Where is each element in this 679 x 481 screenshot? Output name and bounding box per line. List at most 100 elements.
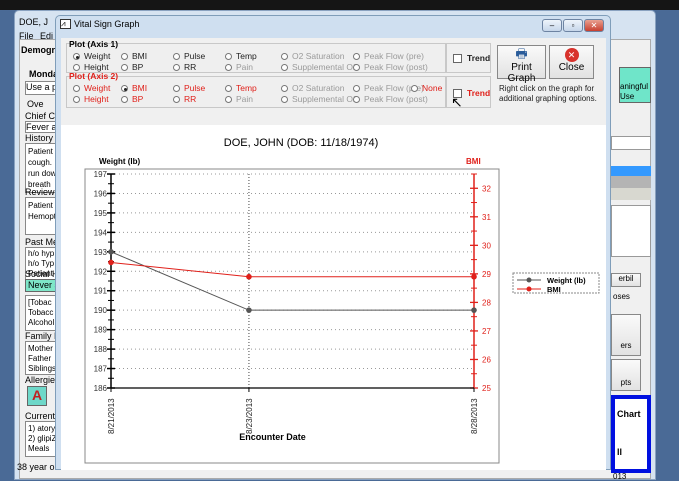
dialog-body: Plot (Axis 1) Weight BMI Pulse Temp O2 Satur…: [61, 38, 606, 470]
y2-tick-label: 26: [482, 355, 491, 364]
axis2-radio-pulse[interactable]: Pulse: [173, 83, 205, 93]
radio-label: O2 Saturation: [292, 83, 345, 93]
axis1-label: Plot (Axis 1): [69, 39, 119, 49]
axis1-radio-rr[interactable]: RR: [173, 62, 196, 72]
axis1-radio-weight[interactable]: Weight: [73, 51, 110, 61]
axis1-radio-supplemental-o2[interactable]: Supplemental O2: [281, 62, 358, 72]
axis1-radio-bmi[interactable]: BMI: [121, 51, 147, 61]
meaningful-use-button[interactable]: aningful Use: [619, 67, 651, 103]
axis2-radio-height[interactable]: Height: [73, 94, 109, 104]
bg-label: oses: [613, 292, 630, 301]
radio-icon: [121, 85, 128, 92]
radio-icon: [225, 53, 232, 60]
trend-label: Trend: [467, 88, 491, 98]
radio-label: Peak Flow (pre): [364, 51, 424, 61]
axis2-radio-rr[interactable]: RR: [173, 94, 196, 104]
bg-list-selected[interactable]: [611, 166, 651, 176]
axis2-radio-pain[interactable]: Pain: [225, 94, 253, 104]
axis1-radio-temp[interactable]: Temp: [225, 51, 257, 61]
x-tick-label: 8/23/2013: [245, 398, 254, 434]
vital-sign-chart[interactable]: DOE, JOHN (DOB: 11/18/1974) 186 187 188 189 1…: [61, 125, 606, 470]
y1-tick-label: 187: [94, 365, 108, 374]
radio-label: BP: [132, 94, 144, 104]
radio-label: Weight: [84, 83, 111, 93]
bg-chart-label2: ll: [617, 447, 623, 457]
y2-tick-label: 31: [482, 213, 491, 222]
bg-button[interactable]: pts: [611, 359, 641, 391]
radio-label: Supplemental O2: [292, 94, 358, 104]
bg-list-item[interactable]: [611, 188, 651, 200]
mouse-cursor-icon: ↖: [451, 94, 463, 110]
x-tick-label: 8/28/2013: [470, 398, 479, 434]
bg-list-item[interactable]: [611, 176, 651, 188]
y2-tick-label: 28: [482, 298, 491, 307]
graph-hint: Right click on the graph for additional …: [499, 84, 597, 103]
axis2-radio-o2-saturation[interactable]: O2 Saturation: [281, 83, 344, 93]
radio-label: None: [422, 83, 443, 93]
close-button[interactable]: ✕ Close: [549, 45, 594, 79]
bg-field: History: [25, 133, 54, 143]
axis2-radio-temp[interactable]: Temp: [225, 83, 257, 93]
bg-menu-edit[interactable]: Edi: [40, 31, 53, 41]
bg-field: Social H: [25, 269, 59, 279]
radio-icon: [121, 64, 128, 71]
y2-tick-label: 25: [482, 384, 491, 393]
axis1-radio-pain[interactable]: Pain: [225, 62, 253, 72]
radio-icon: [225, 64, 232, 71]
radio-label: Peak Flow (post): [364, 62, 428, 72]
axis1-radio-bp[interactable]: BP: [121, 62, 143, 72]
axis1-trend-checkbox[interactable]: Trend: [453, 53, 490, 63]
axis2-radio-bmi[interactable]: BMI: [121, 83, 147, 93]
y1-tick-label: 186: [94, 384, 108, 393]
minimize-button[interactable]: –: [542, 19, 562, 32]
y1-axis-label: Weight (lb): [99, 157, 141, 166]
radio-label: BMI: [132, 51, 148, 61]
bg-graph-icon[interactable]: [611, 136, 651, 150]
dialog-title: Vital Sign Graph: [74, 19, 140, 29]
axis2-radio-bp[interactable]: BP: [121, 94, 143, 104]
radio-icon: [73, 96, 80, 103]
axis2-radio-peak-flow-post-[interactable]: Peak Flow (post): [353, 94, 428, 104]
axis1-radio-o2-saturation[interactable]: O2 Saturation: [281, 51, 344, 61]
radio-icon: [353, 64, 360, 71]
bg-status: 38 year ol: [17, 462, 57, 472]
y1-tick-label: 191: [94, 287, 108, 296]
radio-icon: [353, 53, 360, 60]
radio-label: Weight: [84, 51, 111, 61]
axis1-radio-pulse[interactable]: Pulse: [173, 51, 205, 61]
bg-list-scroll[interactable]: [611, 205, 651, 257]
data-point: [108, 249, 114, 255]
radio-label: Temp: [236, 51, 257, 61]
radio-icon: [225, 85, 232, 92]
y2-tick-label: 29: [482, 270, 491, 279]
radio-icon: [173, 64, 180, 71]
radio-icon: [121, 53, 128, 60]
axis2-radio-none[interactable]: None: [411, 83, 442, 93]
bg-button[interactable]: ers: [611, 314, 641, 356]
data-point: [108, 259, 114, 266]
printer-icon: 🖶: [515, 46, 528, 61]
radio-icon: [281, 85, 288, 92]
y1-tick-label: 192: [94, 267, 108, 276]
bg-field: Review: [25, 187, 55, 197]
close-window-button[interactable]: ✕: [584, 19, 604, 32]
axis1-radio-peak-flow-pre-[interactable]: Peak Flow (pre): [353, 51, 424, 61]
axis2-radio-weight[interactable]: Weight: [73, 83, 110, 93]
axis2-radio-supplemental-o2[interactable]: Supplemental O2: [281, 94, 358, 104]
radio-label: Height: [84, 94, 109, 104]
print-graph-button[interactable]: 🖶 Print Graph: [497, 45, 546, 84]
allergies-icon[interactable]: A: [27, 386, 47, 406]
maximize-button[interactable]: ▫: [563, 19, 583, 32]
x-tick-label: 8/21/2013: [107, 398, 116, 434]
data-point: [246, 307, 252, 313]
top-band: [0, 0, 679, 10]
chart-area[interactable]: DOE, JOHN (DOB: 11/18/1974) 186 187 188 189 1…: [61, 125, 606, 470]
bg-menu-file[interactable]: File: [19, 31, 34, 41]
axis2-label: Plot (Axis 2): [69, 71, 119, 81]
bg-chart-button[interactable]: Chart ll: [611, 395, 651, 473]
bg-button[interactable]: erbil: [611, 273, 641, 287]
bg-field[interactable]: Ove: [27, 99, 44, 109]
y1-tick-label: 188: [94, 345, 108, 354]
axis1-radio-peak-flow-post-[interactable]: Peak Flow (post): [353, 62, 428, 72]
legend-marker: [526, 286, 532, 292]
